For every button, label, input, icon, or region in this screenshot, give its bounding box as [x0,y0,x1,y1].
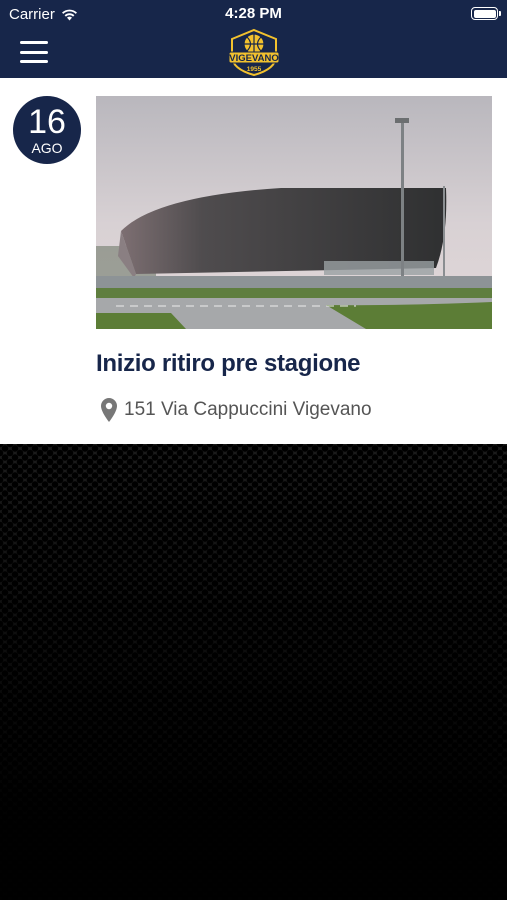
menu-line [20,50,48,54]
hamburger-menu-button[interactable] [20,41,48,63]
status-bar: Carrier 4:28 PM [0,0,507,28]
background-pattern [0,444,507,900]
battery-icon [471,7,501,20]
logo-wordmark: VIGEVANO [229,53,278,64]
menu-line [20,41,48,44]
arena-image [96,96,492,329]
event-location-label: 151 Via Cappuccini Vigevano [124,399,372,420]
event-location[interactable]: 151 Via Cappuccini Vigevano [100,397,372,423]
clock: 4:28 PM [225,5,282,22]
event-date-badge: 16 AGO [13,96,81,164]
map-pin-icon [101,398,117,422]
event-day: 16 [28,103,66,141]
top-navigation-bar: Carrier 4:28 PM VIGEVANO 1955 [0,0,507,78]
event-title[interactable]: Inizio ritiro pre stagione [96,350,361,378]
event-month: AGO [31,140,63,156]
event-card[interactable]: 16 AGO Inizio ritiro pre stagione 151 Vi… [0,78,507,444]
club-logo: VIGEVANO 1955 [228,28,280,76]
menu-line [20,60,48,63]
event-photo[interactable] [96,96,492,329]
logo-year: 1955 [247,66,262,73]
